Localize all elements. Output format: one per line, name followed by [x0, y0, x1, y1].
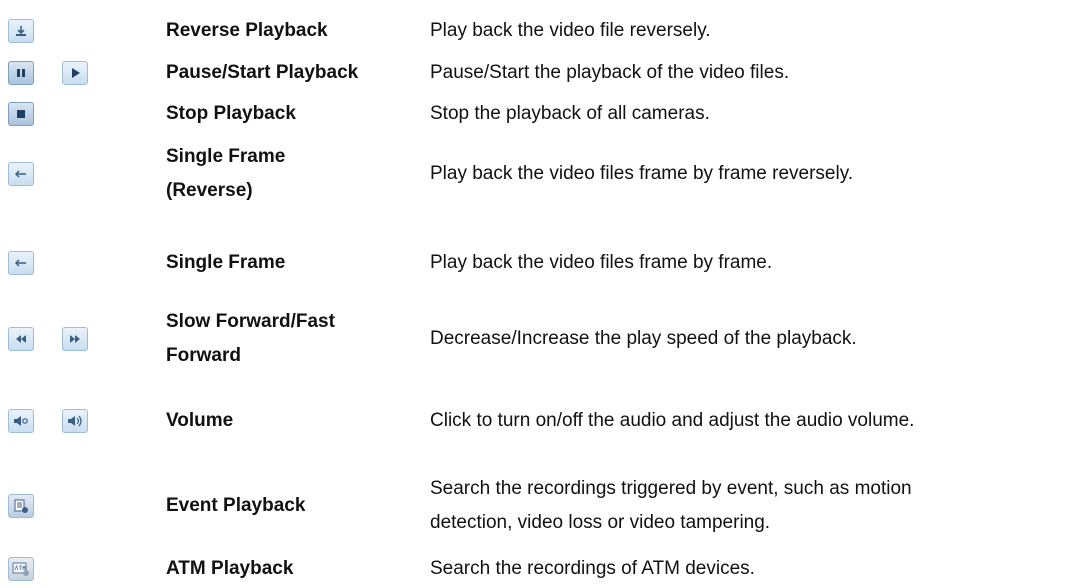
table-row: Reverse Playback Play back the video fil…	[0, 14, 1068, 48]
row-name: Pause/Start Playback	[166, 62, 359, 83]
document-page: Reverse Playback Play back the video fil…	[0, 0, 1068, 588]
row-name: Volume	[166, 410, 234, 431]
volume-off-icon	[8, 409, 34, 433]
row-icons	[8, 56, 88, 90]
row-icons	[8, 303, 88, 375]
row-icons	[8, 138, 34, 210]
row-description-line: detection, video loss or video tampering…	[430, 512, 771, 533]
row-description: Play back the video files frame by frame…	[430, 163, 854, 184]
single-frame-reverse-icon	[8, 162, 34, 186]
row-name: ATM Playback	[166, 558, 294, 579]
row-name: Stop Playback	[166, 103, 296, 124]
row-icons	[8, 97, 34, 131]
row-name: Single Frame	[166, 252, 286, 273]
row-name-line: Slow Forward/Fast	[166, 311, 335, 332]
row-description: Search the recordings triggered by event…	[430, 469, 1060, 543]
table-row: Event Playback Search the recordings tri…	[0, 469, 1068, 543]
row-name: Slow Forward/Fast Forward	[166, 303, 416, 375]
row-description: Stop the playback of all cameras.	[430, 103, 710, 124]
event-playback-icon	[8, 494, 34, 518]
single-frame-icon	[8, 251, 34, 275]
fast-forward-icon	[62, 327, 88, 351]
row-name: Single Frame (Reverse)	[166, 138, 416, 210]
row-name-line: Single Frame	[166, 146, 286, 167]
table-row: ATM Playback Search the recordings of AT…	[0, 552, 1068, 586]
row-description: Play back the video files frame by frame…	[430, 252, 773, 273]
row-name: Reverse Playback	[166, 20, 328, 41]
row-name: Event Playback	[166, 495, 306, 516]
row-name-line: Forward	[166, 345, 241, 366]
row-icons	[8, 404, 88, 438]
table-row: Single Frame (Reverse) Play back the vid…	[0, 138, 1068, 210]
table-row: Slow Forward/Fast Forward Decrease/Incre…	[0, 303, 1068, 375]
row-name-line: (Reverse)	[166, 180, 253, 201]
row-description: Search the recordings of ATM devices.	[430, 558, 755, 579]
row-icons	[8, 552, 34, 586]
atm-playback-icon	[8, 557, 34, 581]
row-icons	[8, 469, 34, 543]
table-row: Volume Click to turn on/off the audio an…	[0, 404, 1068, 438]
row-description: Pause/Start the playback of the video fi…	[430, 62, 790, 83]
stop-icon	[8, 102, 34, 126]
row-description: Play back the video file reversely.	[430, 20, 711, 41]
play-icon	[62, 61, 88, 85]
volume-on-icon	[62, 409, 88, 433]
table-row: Pause/Start Playback Pause/Start the pla…	[0, 56, 1068, 90]
row-icons	[8, 14, 34, 48]
reverse-playback-icon	[8, 19, 34, 43]
table-row: Single Frame Play back the video files f…	[0, 246, 1068, 280]
pause-icon	[8, 61, 34, 85]
row-description-line: Search the recordings triggered by event…	[430, 478, 912, 499]
row-icons	[8, 246, 34, 280]
table-row: Stop Playback Stop the playback of all c…	[0, 97, 1068, 131]
row-description: Click to turn on/off the audio and adjus…	[430, 410, 915, 431]
row-description: Decrease/Increase the play speed of the …	[430, 328, 857, 349]
slow-forward-icon	[8, 327, 34, 351]
